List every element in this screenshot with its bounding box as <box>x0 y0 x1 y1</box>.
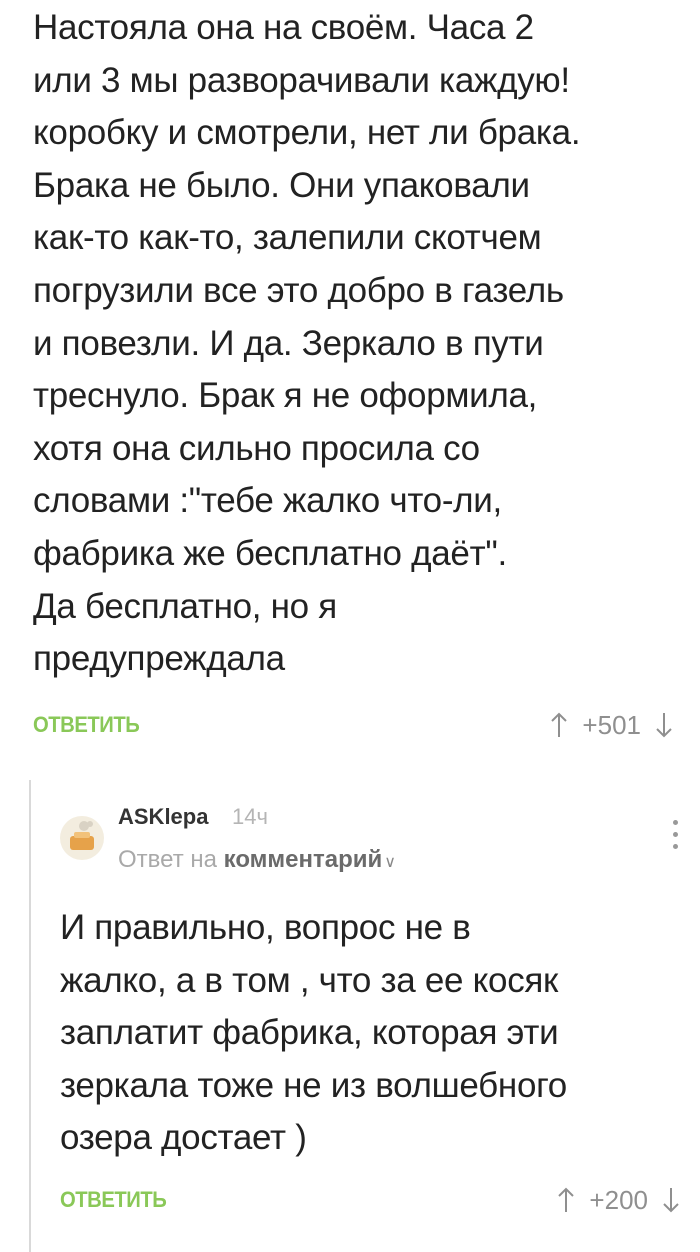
main-comment-text: Настояла она на своём. Часа 2 или 3 мы р… <box>33 2 673 686</box>
comment-line: И правильно, вопрос не в <box>60 908 471 947</box>
comment-line: предупреждала <box>33 639 285 679</box>
comment-line: озера достает ) <box>60 1118 307 1157</box>
comment-line: или 3 мы разворачивали каждую! <box>33 60 570 100</box>
main-comment-actions: ОТВЕТИТЬ +501 <box>33 705 673 745</box>
comment-line: коробку и смотрели, нет ли брака. <box>33 113 581 153</box>
upvote-arrow-icon[interactable] <box>557 1186 575 1214</box>
main-comment: Настояла она на своём. Часа 2 или 3 мы р… <box>33 0 673 740</box>
rating-value: +200 <box>589 1184 648 1215</box>
comment-line: заплатит фабрика, которая эти <box>60 1013 559 1052</box>
comment-line: и повезли. И да. Зеркало в пути <box>33 323 544 363</box>
comment-line: погрузили все это добро в газель <box>33 270 564 310</box>
comment-time: 14ч <box>232 804 268 829</box>
comment-line: хотя она сильно просила со <box>33 428 480 468</box>
reply-to-link[interactable]: Ответ на комментарий ∨ <box>118 846 396 874</box>
rating-controls: +200 <box>557 1185 680 1216</box>
reply-button[interactable]: ОТВЕТИТЬ <box>33 712 140 738</box>
reply-comment-text: И правильно, вопрос не в жалко, а в том … <box>60 902 680 1165</box>
downvote-arrow-icon[interactable] <box>655 711 673 739</box>
thread-line <box>29 780 31 1252</box>
reply-button[interactable]: ОТВЕТИТЬ <box>60 1187 167 1213</box>
comment-line: словами :"тебе жалко что-ли, <box>33 481 502 521</box>
rating-controls: +501 <box>550 710 673 741</box>
reply-comment: ASKlepa 14ч Ответ на комментарий ∨ И прав… <box>60 780 680 1250</box>
comment-line: как-то как-то, залепили скотчем <box>33 218 542 258</box>
comment-line: Настояла она на своём. Часа 2 <box>33 8 534 47</box>
comment-line: зеркала тоже не из волшебного <box>60 1065 567 1105</box>
downvote-arrow-icon[interactable] <box>662 1186 680 1214</box>
reply-comment-actions: ОТВЕТИТЬ +200 <box>60 1180 680 1220</box>
comment-line: фабрика же бесплатно даёт". <box>33 533 507 573</box>
avatar[interactable] <box>60 816 104 860</box>
more-options-icon[interactable] <box>670 820 680 856</box>
comment-line: жалко, а в том , что за ее косяк <box>60 960 559 1000</box>
comment-line: треснуло. Брак я не оформила, <box>33 376 538 416</box>
comment-author[interactable]: ASKlepa <box>118 804 208 830</box>
reply-to-prefix: Ответ на <box>118 846 217 873</box>
comment-line: Брака не было. Они упаковали <box>33 165 530 205</box>
rating-value: +501 <box>582 709 641 740</box>
reply-to-target: комментарий <box>223 846 383 873</box>
chevron-down-icon: ∨ <box>384 854 397 871</box>
comment-line: Да бесплатно, но я <box>33 586 337 626</box>
upvote-arrow-icon[interactable] <box>550 711 568 739</box>
